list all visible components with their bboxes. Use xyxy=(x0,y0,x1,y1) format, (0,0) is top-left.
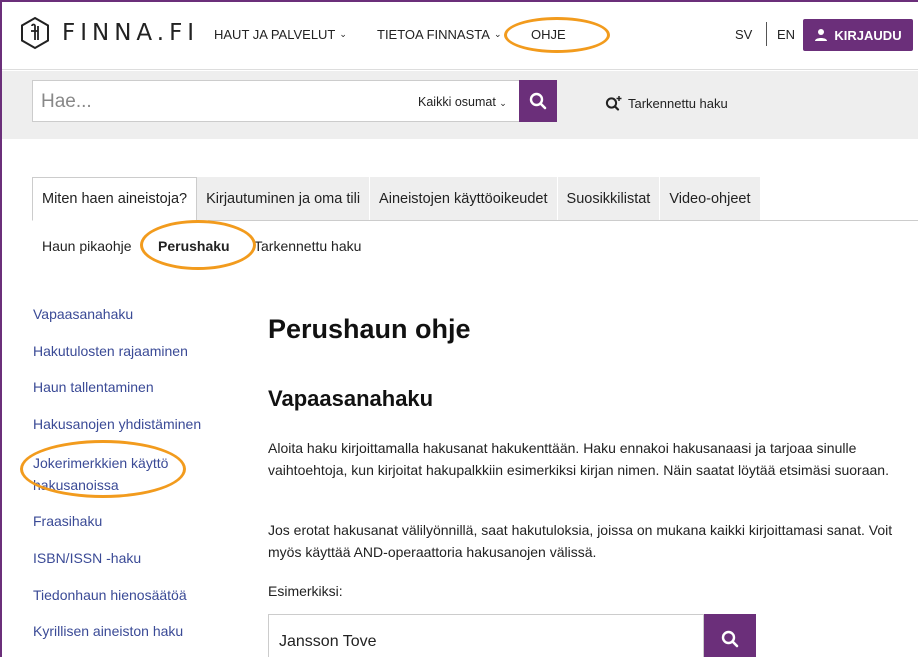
chevron-down-icon: ⌄ xyxy=(493,29,502,39)
subtab-haun-pikaohje[interactable]: Haun pikaohje xyxy=(42,238,132,254)
lang-en-link[interactable]: EN xyxy=(777,27,795,42)
finna-logo[interactable]: FINNA.FI xyxy=(18,16,199,50)
user-icon xyxy=(815,29,828,41)
sidebar-item-vapaasanahaku[interactable]: Vapaasanahaku xyxy=(33,303,133,325)
sidebar-item-tallentaminen[interactable]: Haun tallentaminen xyxy=(33,376,154,398)
paragraph-2: Jos erotat hakusanat välilyönnillä, saat… xyxy=(268,522,893,560)
search-icon xyxy=(529,92,547,110)
sidebar-item-isbn-issn[interactable]: ISBN/ISSN -haku xyxy=(33,547,141,569)
sidebar-item-yhdistaminen[interactable]: Hakusanojen yhdistäminen xyxy=(33,413,201,435)
sidebar-item-jokerimerkit[interactable]: Jokerimerkkien käyttö hakusanoissa xyxy=(33,452,193,496)
page-title: Perushaun ohje xyxy=(268,314,471,344)
tab-label: Suosikkilistat xyxy=(566,191,651,207)
search-box: Kaikki osumat ⌄ xyxy=(32,80,522,122)
tab-kirjautuminen[interactable]: Kirjautuminen ja oma tili xyxy=(197,177,371,221)
tabs-divider xyxy=(208,220,918,221)
example-search-box[interactable]: Jansson Tove xyxy=(268,614,704,657)
example-search-button[interactable] xyxy=(704,614,756,657)
logo-text: FINNA.FI xyxy=(62,20,200,46)
example-query: Jansson Tove xyxy=(279,633,377,650)
sidebar-item-hienosaato[interactable]: Tiedonhaun hienosäätöä xyxy=(33,584,187,606)
sidebar-item-rajaaminen[interactable]: Hakutulosten rajaaminen xyxy=(33,340,188,362)
chevron-down-icon: ⌄ xyxy=(499,98,507,108)
paragraph-1: Aloita haku kirjoittamalla hakusanat hak… xyxy=(268,440,889,478)
finna-logo-icon xyxy=(21,16,49,50)
nav-ohje[interactable]: OHJE xyxy=(531,27,566,42)
advanced-search-label: Tarkennettu haku xyxy=(628,95,728,111)
tab-suosikkilistat[interactable]: Suosikkilistat xyxy=(557,177,661,221)
tab-video-ohjeet[interactable]: Video-ohjeet xyxy=(660,177,761,221)
login-label: KIRJAUDU xyxy=(834,27,902,43)
lang-divider xyxy=(766,22,767,46)
nav-label: TIETOA FINNASTA xyxy=(377,27,490,42)
search-bar-area: Kaikki osumat ⌄ xyxy=(2,71,918,139)
sidebar-item-fraasihaku[interactable]: Fraasihaku xyxy=(33,510,102,532)
advanced-search-icon xyxy=(605,96,622,111)
login-button[interactable]: KIRJAUDU xyxy=(803,19,913,51)
tab-kayttooikeudet[interactable]: Aineistojen käyttöoikeudet xyxy=(370,177,558,221)
advanced-search-link[interactable]: Tarkennettu haku xyxy=(605,95,728,111)
lang-sv-link[interactable]: SV xyxy=(735,27,752,42)
section-title: Vapaasanahaku xyxy=(268,386,434,411)
sidebar-item-kyrillinen[interactable]: Kyrillisen aineiston haku xyxy=(33,620,183,642)
nav-label: HAUT JA PALVELUT xyxy=(214,27,336,42)
search-input[interactable] xyxy=(41,89,401,115)
tab-label: Kirjautuminen ja oma tili xyxy=(206,191,361,207)
example-label: Esimerkiksi: xyxy=(268,583,343,599)
tab-label: Miten haen aineistoja? xyxy=(42,191,188,207)
nav-haut-ja-palvelut[interactable]: HAUT JA PALVELUT ⌄ xyxy=(214,27,347,42)
help-tabs: Miten haen aineistoja? Kirjautuminen ja … xyxy=(32,177,761,221)
search-scope-select[interactable]: Kaikki osumat ⌄ xyxy=(418,95,507,109)
tab-label: Video-ohjeet xyxy=(669,191,751,207)
nav-label: OHJE xyxy=(531,27,566,42)
search-icon xyxy=(721,630,739,648)
search-button[interactable] xyxy=(519,80,557,122)
subtab-tarkennettu-haku[interactable]: Tarkennettu haku xyxy=(254,238,361,254)
tab-label: Aineistojen käyttöoikeudet xyxy=(379,191,548,207)
tab-miten-haen[interactable]: Miten haen aineistoja? xyxy=(32,177,198,221)
chevron-down-icon: ⌄ xyxy=(339,29,347,39)
nav-tietoa-finnasta[interactable]: TIETOA FINNASTA ⌄ xyxy=(377,27,501,42)
search-scope-label: Kaikki osumat xyxy=(418,95,496,109)
subtab-perushaku[interactable]: Perushaku xyxy=(158,238,230,254)
